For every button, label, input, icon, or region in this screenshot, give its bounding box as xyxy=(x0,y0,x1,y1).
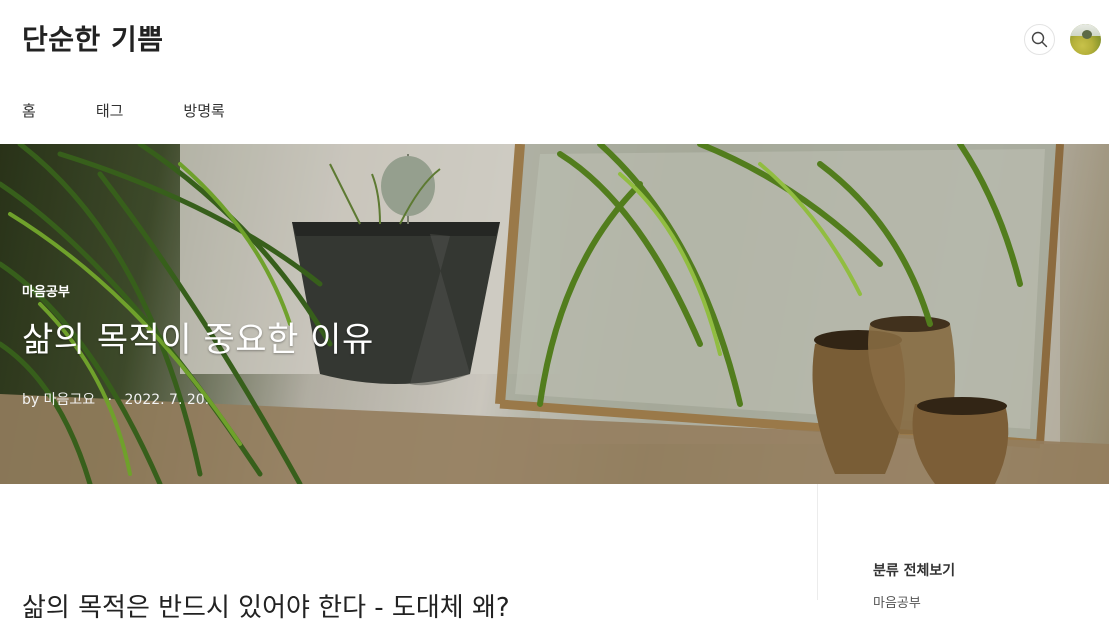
nav-item-home[interactable]: 홈 xyxy=(22,100,36,122)
post-date: 2022. 7. 20. xyxy=(124,392,210,408)
site-header: 단순한 기쁨 홈 태그 방명록 xyxy=(0,0,1109,144)
post-content: 삶의 목적은 반드시 있어야 한다 - 도대체 왜? xyxy=(0,484,818,623)
site-title[interactable]: 단순한 기쁨 xyxy=(22,18,164,58)
sidebar-item-mind-study[interactable]: 마음공부 xyxy=(873,592,921,611)
post-title: 삶의 목적이 중요한 이유 xyxy=(22,320,374,360)
post-author[interactable]: 마음고요 xyxy=(44,392,96,408)
post-meta: by 마음고요 · 2022. 7. 20. xyxy=(22,389,209,409)
search-button[interactable] xyxy=(1024,24,1055,55)
nav-item-tags[interactable]: 태그 xyxy=(96,100,124,122)
sidebar-category-title[interactable]: 분류 전체보기 xyxy=(873,560,955,580)
meta-separator: · xyxy=(107,392,113,408)
nav-item-guestbook[interactable]: 방명록 xyxy=(183,100,224,122)
avatar-tree xyxy=(1082,30,1092,39)
search-icon xyxy=(1031,31,1048,48)
sidebar: 분류 전체보기 마음공부 xyxy=(817,484,1109,611)
author-prefix: by xyxy=(22,392,40,408)
hero-banner: 마음공부 삶의 목적이 중요한 이유 by 마음고요 · 2022. 7. 20… xyxy=(0,144,1109,484)
post-category[interactable]: 마음공부 xyxy=(22,281,70,300)
main-nav: 홈 태그 방명록 xyxy=(22,100,285,122)
content-heading: 삶의 목적은 반드시 있어야 한다 - 도대체 왜? xyxy=(22,593,510,623)
profile-avatar[interactable] xyxy=(1070,24,1101,55)
